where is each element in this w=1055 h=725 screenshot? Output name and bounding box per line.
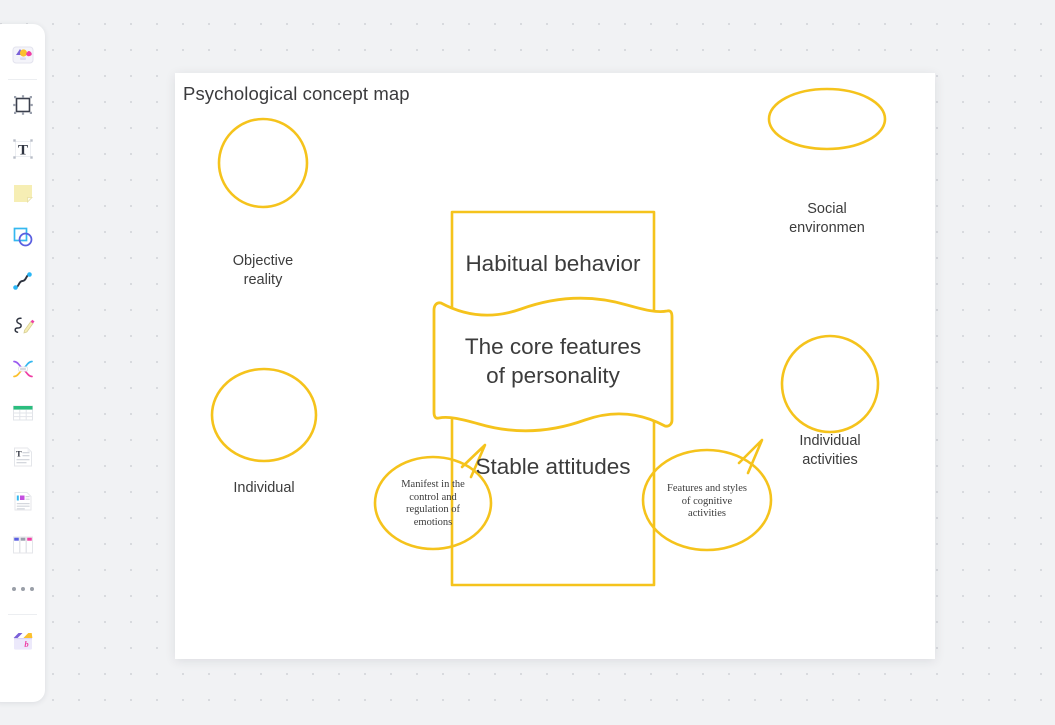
concept-map-diagram — [210, 87, 887, 587]
frame-icon[interactable] — [0, 83, 45, 127]
text-icon[interactable]: T — [0, 127, 45, 171]
canvas-page[interactable]: Psychological concept map Habitual behav… — [175, 73, 935, 659]
more-dots — [11, 587, 34, 591]
kanban-icon[interactable] — [0, 523, 45, 567]
shapes-library-icon[interactable] — [0, 32, 45, 76]
table-icon[interactable] — [0, 391, 45, 435]
cognitive-styles-callout-shape — [641, 438, 773, 552]
individual-shape — [210, 367, 318, 463]
shape-icon[interactable] — [0, 215, 45, 259]
svg-text:b: b — [24, 639, 28, 649]
sticky-note-icon[interactable] — [0, 171, 45, 215]
svg-text:T: T — [15, 449, 21, 459]
curve-connector-icon[interactable] — [0, 259, 45, 303]
rail-divider-top — [8, 79, 37, 80]
note-card-icon[interactable] — [0, 479, 45, 523]
whiteboard-app: T T b Psychological concept map Habitual… — [0, 0, 1055, 725]
core-features-banner-shape — [432, 296, 674, 433]
svg-text:T: T — [17, 143, 27, 159]
left-tool-rail: T T b — [0, 24, 45, 702]
document-icon[interactable]: T — [0, 435, 45, 479]
objective-reality-shape — [217, 117, 309, 209]
more-icon[interactable] — [0, 567, 45, 611]
pen-icon[interactable] — [0, 303, 45, 347]
rail-divider-bottom — [8, 614, 37, 615]
toolbox-icon[interactable]: b — [0, 618, 45, 662]
individual-activities-shape — [780, 334, 880, 434]
social-environment-shape — [767, 87, 887, 151]
mind-map-icon[interactable] — [0, 347, 45, 391]
